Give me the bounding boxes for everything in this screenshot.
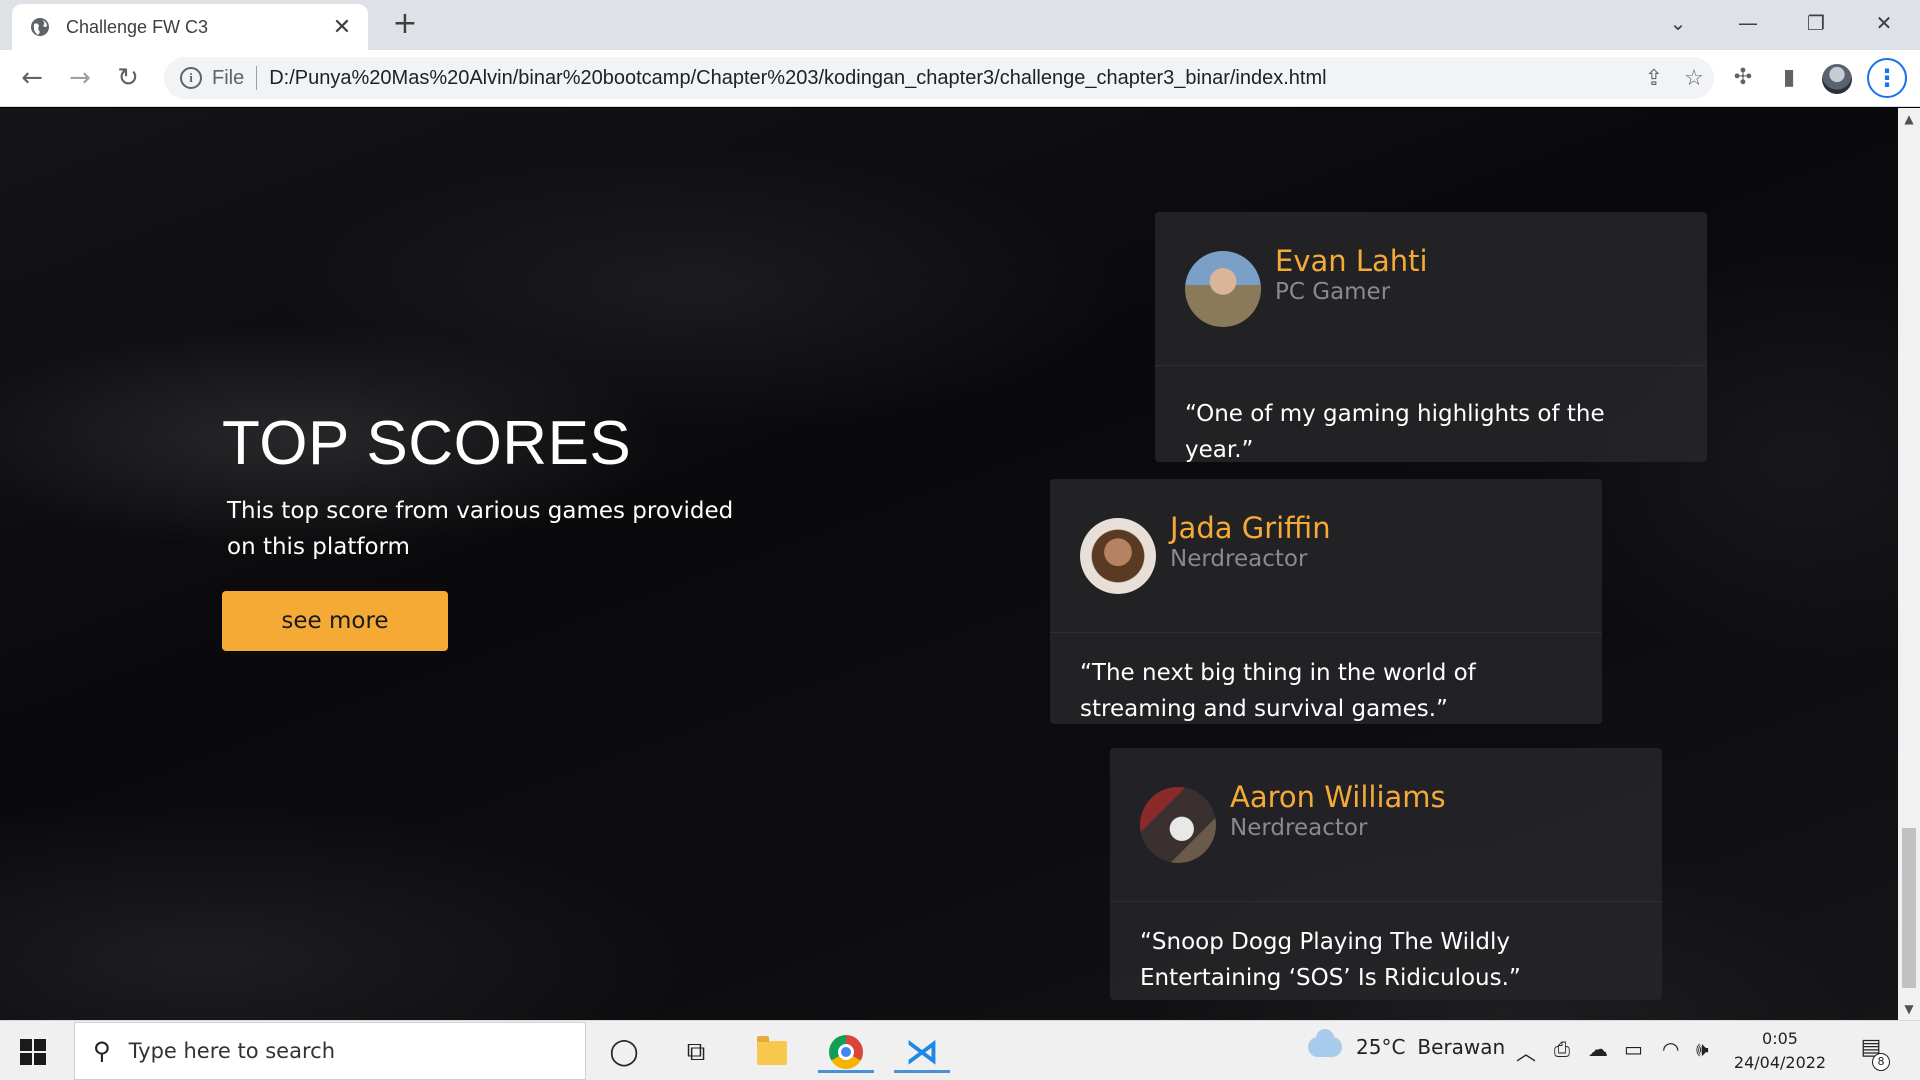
avatar (1080, 517, 1156, 594)
weather-desc: Berawan (1417, 1035, 1506, 1059)
scrollbar-thumb[interactable] (1902, 828, 1916, 988)
taskbar: ⚲ Type here to search ◯ ⧉ ⋊ 25°C Berawan… (0, 1020, 1920, 1080)
hero-section: TOP SCORES This top score from various g… (222, 408, 767, 651)
tab-title: Challenge FW C3 (66, 16, 209, 37)
scroll-down-icon[interactable]: ▼ (1898, 1002, 1920, 1016)
page-title: TOP SCORES (222, 409, 632, 478)
clock-time: 0:05 (1762, 1029, 1798, 1048)
volume-icon[interactable]: 🕪 (1696, 1037, 1709, 1061)
notification-badge: 8 (1872, 1053, 1890, 1071)
testimonial-quote: “One of my gaming highlights of the year… (1185, 401, 1605, 463)
vscode-icon[interactable]: ⋊ (894, 1031, 950, 1073)
see-more-button[interactable]: see more (222, 591, 448, 651)
weather-widget[interactable]: 25°C Berawan (1308, 1029, 1506, 1059)
testimonial-quote: “Snoop Dogg Playing The Wildly Entertain… (1140, 929, 1521, 991)
meet-now-icon[interactable]: ⎙ (1554, 1037, 1570, 1061)
new-tab-button[interactable]: + (390, 9, 420, 39)
close-tab-icon[interactable]: ✕ (330, 15, 354, 40)
address-bar[interactable]: i File D:/Punya%20Mas%20Alvin/binar%20bo… (164, 57, 1714, 99)
task-view-icon[interactable]: ⧉ (668, 1031, 724, 1073)
testimonial-header: Jada Griffin Nerdreactor (1050, 479, 1602, 633)
search-icon: ⚲ (93, 1037, 111, 1065)
browser-tab-strip: Challenge FW C3 ✕ + ⌄ — ❐ ✕ (0, 0, 1920, 50)
reviewer-role: Nerdreactor (1230, 814, 1368, 841)
testimonial-quote: “The next big thing in the world of stre… (1080, 660, 1476, 722)
chrome-icon[interactable] (818, 1031, 874, 1073)
file-label: File (212, 66, 245, 89)
clock-date: 24/04/2022 (1733, 1053, 1827, 1072)
windows-start-icon[interactable] (20, 1039, 46, 1065)
search-placeholder: Type here to search (128, 1039, 335, 1063)
restore-icon[interactable]: ❐ (1794, 6, 1838, 40)
vertical-scrollbar[interactable]: ▲ ▼ (1898, 108, 1920, 1020)
minimize-icon[interactable]: — (1726, 6, 1770, 40)
scroll-up-icon[interactable]: ▲ (1898, 112, 1920, 126)
wifi-icon[interactable]: ◠ (1662, 1037, 1679, 1061)
cortana-icon[interactable]: ◯ (596, 1031, 652, 1073)
info-icon[interactable]: i (180, 67, 202, 89)
url-text[interactable]: D:/Punya%20Mas%20Alvin/binar%20bootcamp/… (269, 67, 1634, 90)
testimonial-card: Jada Griffin Nerdreactor “The next big t… (1050, 479, 1602, 724)
browser-tab[interactable]: Challenge FW C3 ✕ (12, 4, 368, 50)
menu-icon[interactable]: ⋮ (1867, 58, 1907, 98)
avatar (1140, 786, 1216, 863)
reload-icon[interactable]: ↻ (110, 60, 146, 96)
divider (256, 66, 258, 90)
testimonial-header: Aaron Williams Nerdreactor (1110, 748, 1662, 902)
system-clock[interactable]: 0:05 24/04/2022 (1730, 1027, 1830, 1075)
cloud-icon (1308, 1029, 1342, 1057)
close-window-icon[interactable]: ✕ (1862, 6, 1906, 40)
testimonial-card: Aaron Williams Nerdreactor “Snoop Dogg P… (1110, 748, 1662, 1000)
onedrive-icon[interactable]: ☁ (1588, 1037, 1608, 1061)
page-viewport: TOP SCORES This top score from various g… (0, 108, 1898, 1020)
back-arrow-icon[interactable]: ← (14, 60, 50, 96)
avatar (1185, 250, 1261, 327)
battery-icon[interactable]: ▭ (1624, 1037, 1643, 1061)
share-icon[interactable]: ⇪ (1634, 66, 1674, 91)
forward-arrow-icon[interactable]: → (62, 60, 98, 96)
taskbar-search-input[interactable]: ⚲ Type here to search (74, 1022, 586, 1080)
reviewer-role: Nerdreactor (1170, 545, 1308, 572)
testimonial-card: Evan Lahti PC Gamer “One of my gaming hi… (1155, 212, 1707, 463)
profile-avatar[interactable] (1822, 64, 1852, 94)
star-icon[interactable]: ☆ (1674, 66, 1714, 91)
reviewer-name: Evan Lahti (1275, 243, 1428, 278)
reviewer-role: PC Gamer (1275, 278, 1391, 305)
chevron-up-icon[interactable]: ︿ (1516, 1037, 1536, 1066)
browser-toolbar: ← → ↻ i File D:/Punya%20Mas%20Alvin/bina… (0, 50, 1920, 107)
file-explorer-icon[interactable] (744, 1031, 800, 1073)
extensions-icon[interactable]: ✣ (1726, 61, 1760, 95)
reviewer-name: Jada Griffin (1170, 510, 1331, 545)
weather-temp: 25°C (1356, 1035, 1406, 1059)
globe-icon (31, 18, 49, 36)
testimonial-header: Evan Lahti PC Gamer (1155, 212, 1707, 366)
hero-description: This top score from various games provid… (227, 498, 734, 560)
tab-search-icon[interactable]: ⌄ (1656, 6, 1700, 40)
reviewer-name: Aaron Williams (1230, 779, 1446, 814)
side-panel-icon[interactable]: ▮ (1772, 61, 1806, 95)
